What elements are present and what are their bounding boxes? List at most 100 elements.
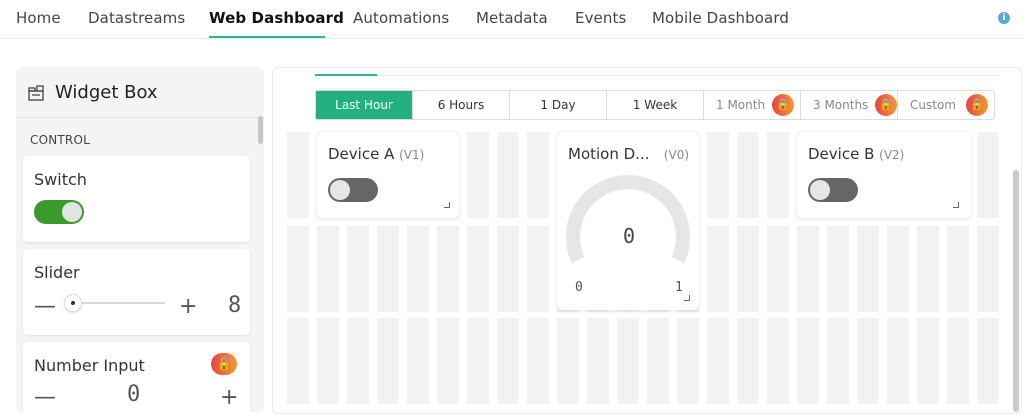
resize-handle-icon[interactable] [444,202,450,208]
range-1-day[interactable]: 1 Day [510,91,607,119]
grid-cell [347,226,369,312]
widget-box-panel: Widget Box CONTROL Switch Slider — + 8 N… [16,67,264,412]
lock-icon: 🔒 [875,94,897,116]
range-3-months[interactable]: 3 Months 🔒 [801,91,898,119]
device-a-name: Device A [328,145,395,163]
info-icon[interactable]: i [998,12,1010,24]
device-a-switch[interactable] [328,178,378,202]
widget-box-header: Widget Box [16,67,264,118]
tab-events[interactable]: Events [575,9,626,27]
slider-track[interactable] [75,302,165,304]
slider-card-label: Slider [34,263,80,282]
grid-cell [857,318,879,404]
grid-cell [917,318,939,404]
range-custom[interactable]: Custom 🔒 [898,91,994,119]
resize-handle-icon[interactable] [684,295,690,301]
grid-cell [287,132,309,218]
grid-cell [887,226,909,312]
tab-mobile-dashboard[interactable]: Mobile Dashboard [652,9,789,27]
grid-cell [347,318,369,404]
grid-cell [737,318,759,404]
range-custom-label: Custom [910,98,956,112]
grid-cell [707,132,729,218]
grid-cell [497,132,519,218]
widget-box-icon [28,85,44,101]
tab-web-dashboard[interactable]: Web Dashboard [209,9,344,27]
switch-toggle[interactable] [34,200,84,224]
grid-cell [647,318,669,404]
grid-cell [797,226,819,312]
range-last-hour[interactable]: Last Hour [316,91,413,119]
grid-cell [407,226,429,312]
grid-cell [857,226,879,312]
dashboard-scrollbar[interactable] [1013,170,1019,412]
grid-cell [707,318,729,404]
widget-device-a[interactable]: Device A (V1) [317,132,459,218]
widget-card-slider[interactable]: Slider — + 8 [23,249,250,335]
widget-motion-gauge[interactable]: Motion D... (V0) 0 0 1 [557,132,699,310]
range-6-hours[interactable]: 6 Hours [413,91,510,119]
motion-name: Motion D... [568,145,650,163]
range-3-months-label: 3 Months [813,98,869,112]
grid-cell [317,318,339,404]
lock-icon: 🔒 [966,94,988,116]
number-decrement-button[interactable]: — [34,387,56,409]
grid-cell [767,132,789,218]
gauge-max: 1 [675,280,683,295]
tab-datastreams[interactable]: Datastreams [88,9,185,27]
range-1-month[interactable]: 1 Month 🔒 [704,91,801,119]
grid-cell [947,226,969,312]
grid-cell [917,226,939,312]
tab-automations[interactable]: Automations [353,9,449,27]
widget-device-b[interactable]: Device B (V2) [797,132,971,218]
widget-box-scrollbar[interactable] [258,116,263,144]
number-input-value: 0 [127,382,141,407]
slider-value: 8 [228,293,242,318]
gauge-value: 0 [623,224,636,248]
widget-card-number-input[interactable]: Number Input 🔓 — 0 + [23,342,250,412]
switch-card-label: Switch [34,170,87,189]
grid-cell [467,226,489,312]
grid-cell [977,132,999,218]
slider-handle[interactable] [64,294,82,312]
device-a-pin: (V1) [399,148,425,162]
slider-decrement-button[interactable]: — [34,296,56,318]
widget-card-switch[interactable]: Switch [23,156,250,242]
grid-cell [467,132,489,218]
grid-cell [497,318,519,404]
motion-pin: (V0) [663,148,690,162]
device-b-name: Device B [808,145,875,163]
toggle-knob [330,180,350,200]
grid-cell [737,226,759,312]
top-nav: Home Datastreams Web Dashboard Automatio… [0,0,1024,39]
grid-cell [737,132,759,218]
dashboard-canvas: Last Hour 6 Hours 1 Day 1 Week 1 Month 🔒… [272,67,1022,414]
grid-cell [377,318,399,404]
active-tab-indicator [209,36,325,38]
lock-icon: 🔓 [211,353,237,375]
lock-icon: 🔒 [772,94,794,116]
grid-cell [827,318,849,404]
tab-home[interactable]: Home [16,9,61,27]
resize-handle-icon[interactable] [953,202,959,208]
grid-cell [947,318,969,404]
grid-cell [587,318,609,404]
grid-cell [707,226,729,312]
time-range-selector: Last Hour 6 Hours 1 Day 1 Week 1 Month 🔒… [315,90,995,120]
grid-cell [437,318,459,404]
device-b-pin: (V2) [879,148,905,162]
grid-cell [527,132,549,218]
gauge-arc [566,175,690,263]
range-1-week[interactable]: 1 Week [607,91,704,119]
number-increment-button[interactable]: + [220,387,238,409]
grid-cell [797,318,819,404]
grid-cell [287,226,309,312]
grid-cell [437,226,459,312]
grid-cell [557,318,579,404]
dashboard-tab-indicator [315,74,377,76]
device-b-switch[interactable] [808,178,858,202]
tab-metadata[interactable]: Metadata [476,9,548,27]
toggle-knob [62,202,82,222]
range-1-month-label: 1 Month [716,98,766,112]
slider-increment-button[interactable]: + [179,296,197,318]
